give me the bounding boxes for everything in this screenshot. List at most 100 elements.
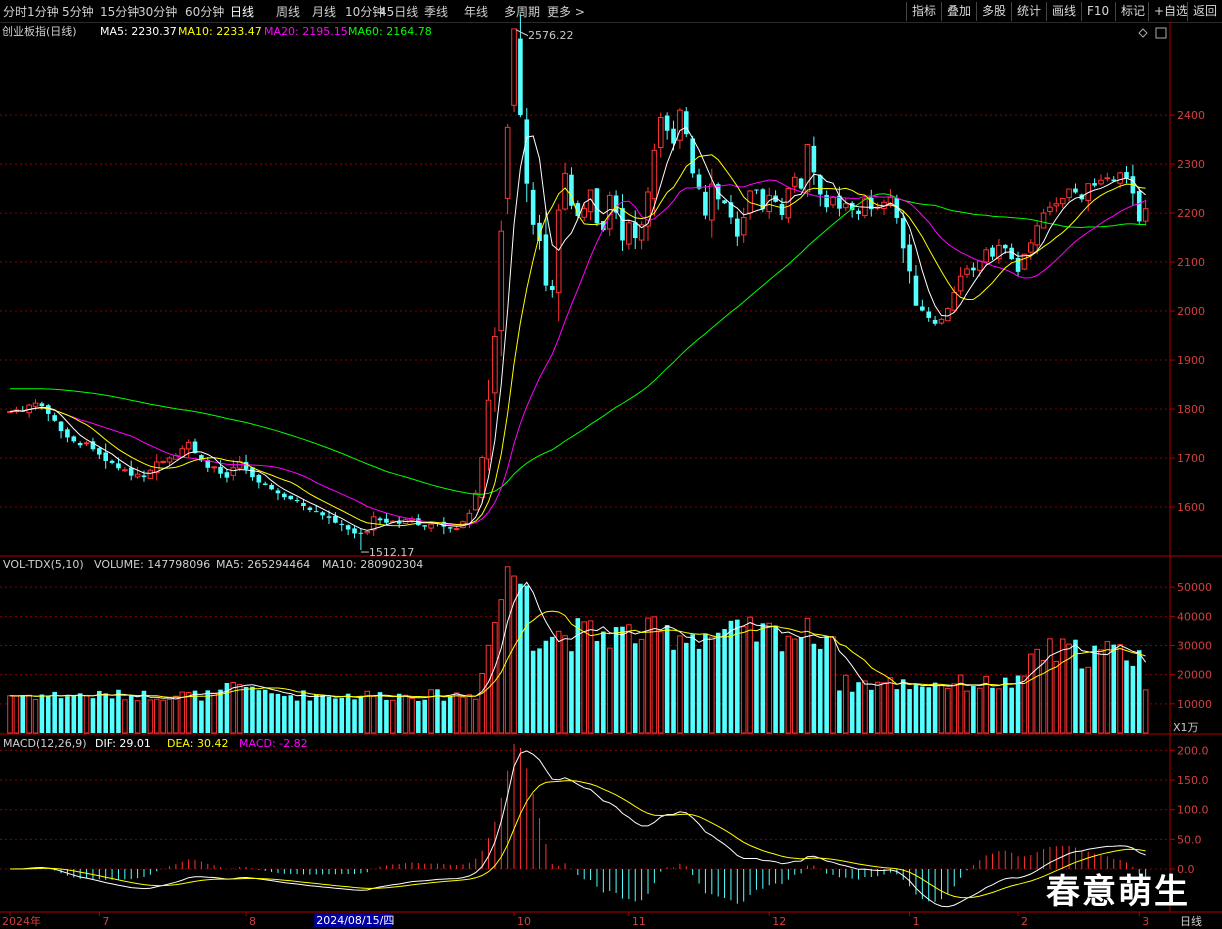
volume-panel-header: MA5: 265294464 xyxy=(216,558,310,571)
candle-body-down xyxy=(447,527,453,529)
candle-body-down xyxy=(900,218,906,249)
volume-bar-down xyxy=(447,696,453,733)
candle-body-down xyxy=(128,467,134,476)
volume-bar-down xyxy=(441,700,447,733)
volume-bar-up xyxy=(638,638,645,734)
candle-body-up xyxy=(1059,197,1066,205)
volume-bar-down xyxy=(798,637,804,733)
volume-bar-down xyxy=(141,690,147,733)
candle-body-up xyxy=(1021,253,1028,270)
candle-body-up xyxy=(166,457,173,463)
volume-bar-down xyxy=(900,679,906,733)
volume-bar-up xyxy=(976,687,983,734)
candle-body-down xyxy=(907,244,912,272)
macd-panel-header: MACD(12,26,9) xyxy=(3,737,87,750)
volume-bar-up xyxy=(1142,689,1149,734)
candles-group xyxy=(7,14,1149,551)
volume-bar-down xyxy=(664,625,670,733)
stock-chart: 1600 1700 1800 1900 2000 2100 2200 2300 2400 1000… xyxy=(0,14,1222,928)
volume-bar-up xyxy=(466,694,473,734)
volume-bar-up xyxy=(409,697,415,734)
volume-bar-up xyxy=(842,674,849,734)
price-tick-label: 1900 xyxy=(1177,354,1205,367)
volume-bar-down xyxy=(728,620,734,733)
volume-bar-up xyxy=(153,698,160,734)
volume-bar-down xyxy=(760,623,766,733)
candle-body-down xyxy=(384,518,389,523)
volume-bar-up xyxy=(13,695,20,734)
candle-body-down xyxy=(339,523,345,525)
candle-body-up xyxy=(160,460,166,463)
date-label: 3 xyxy=(1142,915,1149,928)
volume-bar-up xyxy=(173,695,179,734)
volume-bar-up xyxy=(1098,649,1104,734)
candle-body-up xyxy=(626,222,632,245)
volume-bar-down xyxy=(524,585,530,733)
candle-body-up xyxy=(983,249,989,263)
candle-body-down xyxy=(288,495,294,500)
volume-bar-down xyxy=(218,689,223,733)
volume-bar-up xyxy=(862,680,868,734)
macd-tick-label: 100.0 xyxy=(1177,804,1209,817)
candle-body-down xyxy=(703,191,708,216)
volume-bar-down xyxy=(90,698,96,733)
high-marker-line xyxy=(515,29,529,37)
candle-body-up xyxy=(747,190,753,214)
volume-bar-up xyxy=(364,690,371,734)
candle-body-up xyxy=(651,149,658,200)
volume-bar-up xyxy=(1085,666,1092,734)
candle-body-up xyxy=(1066,188,1072,199)
candle-body-up xyxy=(581,208,588,218)
candle-body-up xyxy=(740,216,747,236)
candle-body-down xyxy=(932,319,938,324)
volume-bar-down xyxy=(256,690,262,733)
volume-bar-up xyxy=(651,616,658,734)
candle-body-up xyxy=(1104,177,1111,180)
volume-bar-up xyxy=(747,616,753,734)
candle-body-down xyxy=(632,222,638,239)
volume-bar-down xyxy=(613,627,619,733)
date-label: 7 xyxy=(102,915,109,928)
volume-bar-down xyxy=(779,651,785,733)
volume-bar-down xyxy=(199,700,204,733)
volume-bar-down xyxy=(601,631,606,733)
candle-body-up xyxy=(964,268,970,275)
date-label: 8 xyxy=(249,915,256,928)
volume-bar-up xyxy=(122,699,128,734)
volume-bar-up xyxy=(562,635,568,734)
volume-bar-down xyxy=(103,693,108,733)
price-panel-header: MA5: 2230.37 xyxy=(100,25,177,38)
candle-body-up xyxy=(453,528,460,531)
price-panel-header: MA20: 2195.15 xyxy=(264,25,348,38)
volume-bar-up xyxy=(479,672,485,734)
candle-body-up xyxy=(562,172,568,210)
candle-body-down xyxy=(282,493,287,498)
volume-bar-down xyxy=(205,690,211,733)
volume-bar-down xyxy=(703,633,708,733)
macd-panel-header: DIF: 29.01 xyxy=(95,737,151,750)
volume-bar-down xyxy=(65,696,70,733)
volume-bar-down xyxy=(990,687,995,733)
volume-bar-up xyxy=(83,695,90,734)
volume-bar-up xyxy=(964,690,970,734)
volume-bar-down xyxy=(735,619,740,733)
candle-body-up xyxy=(498,230,505,332)
volume-bar-down xyxy=(109,698,115,733)
price-tick-label: 1700 xyxy=(1177,452,1205,465)
volume-bar-down xyxy=(326,696,332,733)
candle-body-down xyxy=(971,267,976,271)
candle-body-down xyxy=(537,222,542,241)
candle-body-down xyxy=(518,38,523,116)
window-icon xyxy=(1155,27,1167,39)
volume-bar-up xyxy=(1104,641,1111,734)
date-cursor-label: 2024/08/15/四 xyxy=(316,914,394,927)
volume-bar-up xyxy=(766,622,773,734)
volume-group xyxy=(7,566,1149,734)
volume-tick-label: 20000 xyxy=(1177,669,1212,682)
date-label: 12 xyxy=(772,915,786,928)
volume-bar-up xyxy=(555,630,562,734)
candle-body-down xyxy=(664,115,670,131)
candle-body-up xyxy=(485,399,492,460)
candle-body-up xyxy=(555,209,562,294)
volume-panel-header: VOLUME: 147798096 xyxy=(94,558,210,571)
